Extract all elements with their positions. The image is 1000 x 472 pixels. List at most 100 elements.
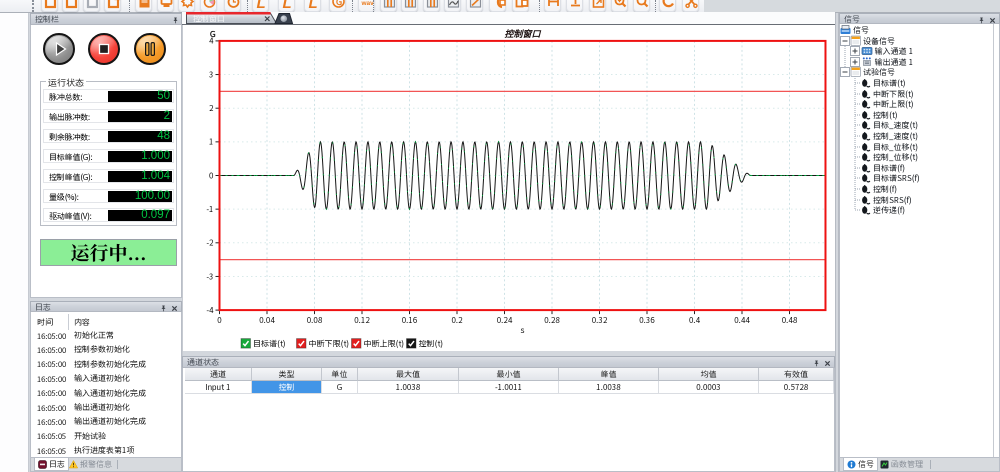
tree-item-label[interactable]: 输入通道 1 [875, 46, 914, 57]
tab-function-manager[interactable]: 函数管理 [877, 458, 926, 471]
signal-tree-canvas[interactable]: 信号设备信号输入通道 1输出通道 1试验信号目标谱(t)中断下限(t)中断上限(… [840, 24, 994, 457]
tree-item[interactable]: 试验信号 [841, 67, 896, 78]
tree-item[interactable]: 中断上限(t) [873, 99, 913, 110]
line-view-button[interactable] [466, 0, 483, 12]
log-row[interactable]: 16:05:05执行进度表第1项 [31, 443, 181, 457]
close-icon[interactable] [171, 305, 178, 312]
print-button[interactable] [157, 0, 174, 12]
status-field-label: 控制峰值(G): [49, 172, 93, 183]
tree-item-label[interactable]: 目标_速度(t) [873, 120, 918, 131]
log-row[interactable]: 16:05:05开始试验 [31, 429, 181, 443]
tree-item-label[interactable]: 信号 [853, 25, 869, 36]
curve-view-button[interactable] [444, 0, 461, 12]
channel-col-header[interactable]: 单位 [322, 368, 358, 381]
tree-item-label[interactable]: 试验信号 [863, 67, 895, 78]
close-icon[interactable] [824, 360, 831, 367]
legend-checkbox[interactable] [352, 339, 362, 349]
fit-width-button[interactable] [544, 0, 561, 12]
log-row[interactable]: 16:05:00控制参数初始化 [31, 342, 181, 356]
pin-icon[interactable] [160, 305, 167, 312]
channel-col-header[interactable]: 峰值 [559, 368, 659, 381]
tile-windows-button[interactable] [512, 0, 529, 12]
tree-item-label[interactable]: 控制_速度(t) [873, 131, 918, 142]
fit-width-icon [546, 0, 561, 12]
legend-item[interactable]: 控制(t) [407, 339, 443, 350]
data-table-1-button[interactable] [380, 0, 397, 12]
cursor-2-button[interactable]: L [278, 0, 295, 12]
tree-item-label[interactable]: 控制(f) [873, 184, 897, 195]
tab-signal[interactable]: 信号 [843, 458, 878, 471]
channel-col-header[interactable]: 最小值 [459, 368, 559, 381]
tree-item-label[interactable]: 控制_位移(t) [873, 152, 918, 163]
log-row[interactable]: 16:05:00输出通道初始化完成 [31, 414, 181, 428]
channel-col-header[interactable]: 有效值 [759, 368, 834, 381]
log-time: 16:05:00 [37, 331, 66, 342]
channel-col-header[interactable]: 最大值 [358, 368, 459, 381]
data-table-3-button[interactable] [423, 0, 440, 12]
tree-item[interactable]: 目标谱SRS(f) [873, 173, 920, 184]
start-button[interactable] [43, 33, 75, 65]
undo-zoom-button[interactable] [659, 0, 676, 12]
tree-item[interactable]: 控制_速度(t) [873, 131, 918, 142]
legend-item[interactable]: 中断上限(t) [352, 339, 404, 350]
channel-col-header[interactable]: 均值 [659, 368, 759, 381]
data-table-2-button[interactable] [401, 0, 418, 12]
unit-g-icon: G [331, 0, 346, 12]
pin-icon[interactable] [978, 17, 985, 24]
log-row[interactable]: 16:05:00输入通道初始化完成 [31, 386, 181, 400]
toolbar-grip[interactable] [32, 0, 35, 12]
schedule-button[interactable] [224, 0, 241, 12]
cascade-windows-button[interactable] [489, 0, 506, 12]
legend-checkbox[interactable] [297, 339, 307, 349]
pin-icon[interactable] [813, 360, 820, 367]
run-state-indicator: 运行中... [40, 239, 177, 266]
tree-item-label[interactable]: 目标谱(t) [873, 78, 905, 89]
log-row[interactable]: 16:05:00控制参数初始化完成 [31, 357, 181, 371]
channel-col-header[interactable]: 类型 [252, 368, 322, 381]
settings-button[interactable] [178, 0, 195, 12]
channel-col-header[interactable]: 通道 [185, 368, 252, 381]
wav-export-button[interactable]: wav [358, 0, 375, 12]
save-button[interactable] [135, 0, 152, 12]
stop-button[interactable] [88, 33, 120, 65]
control-window-chart[interactable]: 43210-1-2-3-400.040.080.120.160.20.240.2… [182, 25, 835, 351]
statistics-button[interactable] [200, 0, 217, 12]
cut-button[interactable] [682, 0, 699, 12]
tree-item-label[interactable]: 逆传递(f) [873, 205, 905, 216]
close-icon[interactable] [989, 17, 996, 24]
window-layout-button[interactable] [104, 0, 121, 12]
tab-snapshot[interactable] [275, 14, 293, 24]
legend-item[interactable]: 目标谱(t) [241, 339, 285, 350]
zoom-in-button[interactable] [611, 0, 628, 12]
fit-height-button[interactable] [566, 0, 583, 12]
tree-item[interactable]: 逆传递(f) [873, 205, 905, 216]
tab-alarm-info-label: 报警信息 [80, 458, 112, 471]
unit-g-button[interactable]: G [329, 0, 346, 12]
legend-checkbox[interactable] [407, 339, 417, 349]
cursor-1-button[interactable]: L [252, 0, 269, 12]
tree-item[interactable]: 控制_位移(t) [873, 152, 918, 163]
new-window-button[interactable] [41, 0, 58, 12]
tree-item-label[interactable]: 目标谱SRS(f) [873, 173, 920, 184]
open-window-button[interactable] [62, 0, 79, 12]
close-window-button[interactable] [83, 0, 100, 12]
pin-icon[interactable] [172, 17, 179, 24]
tree-item-label[interactable]: 中断上限(t) [873, 99, 913, 110]
tree-item[interactable]: 控制(f) [873, 184, 897, 195]
tab-alarm-info[interactable]: 报警信息 [66, 458, 115, 471]
zoom-box-button[interactable] [589, 0, 606, 12]
tree-item[interactable]: 目标谱(t) [873, 78, 905, 89]
zoom-out-button[interactable] [633, 0, 650, 12]
tree-item[interactable]: 目标_速度(t) [873, 120, 918, 131]
tab-log[interactable]: 日志 [34, 458, 69, 471]
log-row[interactable]: 16:05:00输出通道初始化 [31, 400, 181, 414]
log-row[interactable]: 16:05:00输入通道初始化 [31, 371, 181, 385]
tree-item[interactable]: 信号 [853, 25, 869, 36]
legend-checkbox[interactable] [241, 339, 251, 349]
log-row[interactable]: 16:05:00初始化正常 [31, 328, 181, 342]
cursor-3-button[interactable]: L [304, 0, 321, 12]
tab-control-window[interactable]: 控制窗口 [186, 13, 277, 25]
chart-canvas[interactable]: 43210-1-2-3-400.040.080.120.160.20.240.2… [183, 25, 836, 351]
legend-item[interactable]: 中断下限(t) [297, 339, 349, 350]
pause-button[interactable] [134, 33, 166, 65]
